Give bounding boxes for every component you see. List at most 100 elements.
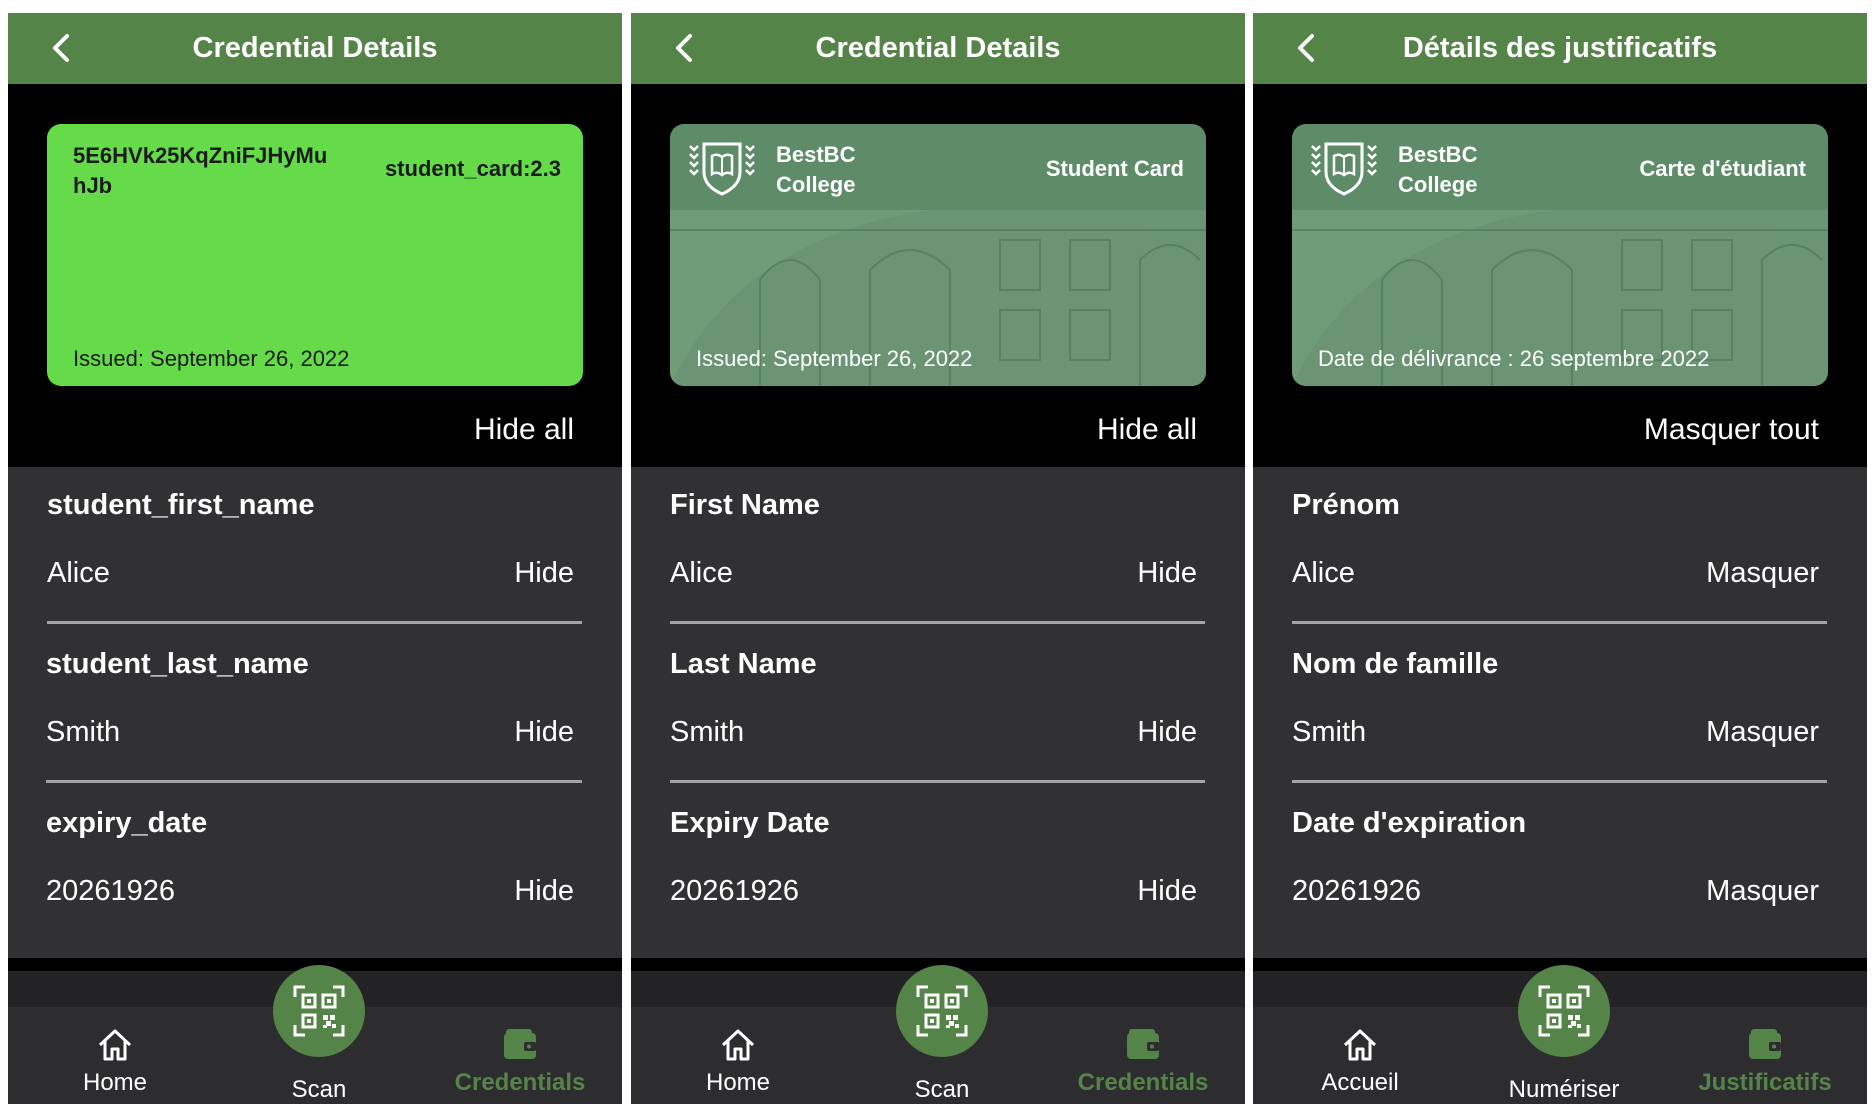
divider <box>1292 621 1827 624</box>
college-shield-logo <box>689 142 755 196</box>
hide-attribute-button[interactable]: Hide <box>514 716 574 749</box>
attribute-row: student_last_name Smith Hide <box>46 626 582 785</box>
credential-type: student_card:2.3 <box>384 156 561 181</box>
attributes-list: Prénom Alice Masquer Nom de famille Smit… <box>1253 467 1867 958</box>
attribute-row: Prénom Alice Masquer <box>1292 467 1827 626</box>
nav-scan-label: Numériser <box>1508 1076 1620 1103</box>
issuer-name-line2: College <box>1398 172 1478 197</box>
nav-credentials[interactable]: Credentials <box>1043 1025 1243 1097</box>
app-header: Credential Details <box>631 13 1245 84</box>
divider <box>1292 780 1827 783</box>
nav-credentials-label: Credentials <box>1077 1069 1209 1096</box>
hide-attribute-button[interactable]: Masquer <box>1706 557 1819 590</box>
attribute-value: Smith <box>1292 716 1367 748</box>
bottom-nav: Home Scan Credentials <box>8 965 622 1104</box>
attribute-label: Expiry Date <box>670 807 830 839</box>
attribute-row: expiry_date 20261926 Hide <box>46 785 582 944</box>
attribute-label: Nom de famille <box>1292 648 1499 680</box>
back-chevron-icon[interactable] <box>46 32 78 64</box>
bottom-nav: Home Scan Credentials <box>631 965 1245 1104</box>
hide-all-button[interactable]: Hide all <box>474 413 574 447</box>
phone-screen-3: Détails des justificatifs BestBC College… <box>1253 13 1867 1104</box>
issued-date: Issued: September 26, 2022 <box>73 346 350 371</box>
issuer-name-line2: College <box>776 172 856 197</box>
back-chevron-icon[interactable] <box>1291 32 1323 64</box>
home-icon <box>1343 1029 1377 1061</box>
back-chevron-icon[interactable] <box>669 32 701 64</box>
nav-home[interactable]: Accueil <box>1260 1025 1460 1097</box>
qr-code-icon <box>916 985 968 1037</box>
nav-credentials[interactable]: Credentials <box>420 1025 620 1097</box>
attribute-row: Last Name Smith Hide <box>670 626 1205 785</box>
hide-attribute-button[interactable]: Hide <box>1137 716 1197 749</box>
attribute-row: First Name Alice Hide <box>670 467 1205 626</box>
attribute-label: Prénom <box>1292 489 1400 521</box>
issued-date: Date de délivrance : 26 septembre 2022 <box>1318 346 1710 371</box>
credential-card[interactable]: 5E6HVk25KqZniFJHyMuhJb student_card:2.3 … <box>47 124 583 386</box>
college-shield-logo <box>1311 142 1377 196</box>
attribute-row: Nom de famille Smith Masquer <box>1292 626 1827 785</box>
page-title: Credential Details <box>815 32 1061 64</box>
scan-button[interactable] <box>1518 965 1610 1057</box>
home-icon <box>98 1029 132 1061</box>
hide-attribute-button[interactable]: Hide <box>514 557 574 590</box>
scan-button[interactable] <box>273 965 365 1057</box>
issuer-name: BestBC College <box>1398 140 1477 200</box>
attribute-label: expiry_date <box>46 807 208 839</box>
attributes-list: First Name Alice Hide Last Name Smith Hi… <box>631 467 1245 958</box>
hide-attribute-button[interactable]: Hide <box>1137 557 1197 590</box>
attribute-row: Expiry Date 20261926 Hide <box>670 785 1205 944</box>
attribute-label: student_first_name <box>47 489 315 521</box>
app-header: Détails des justificatifs <box>1253 13 1867 84</box>
attribute-label: Date d'expiration <box>1292 807 1527 839</box>
credential-card[interactable]: BestBC College Carte d'étudiant Date de … <box>1292 124 1828 386</box>
phone-screen-1: Credential Details 5E6HVk25KqZniFJHyMuhJ… <box>8 13 622 1104</box>
scan-button[interactable] <box>896 965 988 1057</box>
issuer-name: BestBC College <box>776 140 855 200</box>
hide-all-button[interactable]: Hide all <box>1097 413 1197 447</box>
credential-card[interactable]: BestBC College Student Card Issued: Sept… <box>670 124 1206 386</box>
attribute-row: Date d'expiration 20261926 Masquer <box>1292 785 1827 944</box>
hide-attribute-button[interactable]: Hide <box>1137 875 1197 908</box>
phone-screen-2: Credential Details BestBC College Studen… <box>631 13 1245 1104</box>
hide-attribute-button[interactable]: Hide <box>514 875 574 908</box>
divider <box>670 780 1205 783</box>
credential-id: 5E6HVk25KqZniFJHyMuhJb <box>73 143 328 198</box>
attribute-value: Alice <box>47 557 110 589</box>
attribute-row: student_first_name Alice Hide <box>47 467 582 626</box>
divider <box>47 621 582 624</box>
credential-type: Student Card <box>1045 156 1184 181</box>
hide-attribute-button[interactable]: Masquer <box>1706 716 1819 749</box>
hide-all-button[interactable]: Masquer tout <box>1644 413 1819 447</box>
nav-credentials-label: Justificatifs <box>1698 1069 1832 1096</box>
nav-credentials[interactable]: Justificatifs <box>1665 1025 1865 1097</box>
attribute-value: 20261926 <box>670 875 800 907</box>
nav-home[interactable]: Home <box>15 1025 215 1097</box>
issuer-name-line1: BestBC <box>776 142 856 167</box>
qr-code-icon <box>1538 985 1590 1037</box>
divider <box>46 780 582 783</box>
app-header: Credential Details <box>8 13 622 84</box>
attribute-label: Last Name <box>670 648 817 680</box>
wallet-icon <box>1127 1029 1159 1059</box>
nav-scan-label: Scan <box>914 1076 970 1103</box>
wallet-icon <box>1749 1029 1781 1059</box>
wallet-icon <box>504 1029 536 1059</box>
attribute-value: Smith <box>46 716 121 748</box>
home-icon <box>721 1029 755 1061</box>
page-title: Credential Details <box>192 32 438 64</box>
bottom-nav: Accueil Numériser Justificatifs <box>1253 965 1867 1104</box>
issued-date: Issued: September 26, 2022 <box>696 346 973 371</box>
nav-credentials-label: Credentials <box>454 1069 586 1096</box>
attribute-label: student_last_name <box>46 648 309 680</box>
hide-attribute-button[interactable]: Masquer <box>1706 875 1819 908</box>
attribute-label: First Name <box>670 489 820 521</box>
nav-home-label: Home <box>705 1069 771 1096</box>
attribute-value: Alice <box>1292 557 1355 589</box>
page-title: Détails des justificatifs <box>1402 32 1718 64</box>
nav-home[interactable]: Home <box>638 1025 838 1097</box>
attribute-value: Smith <box>670 716 745 748</box>
attribute-value: 20261926 <box>1292 875 1422 907</box>
nav-scan-label: Scan <box>291 1076 347 1103</box>
issuer-name-line1: BestBC <box>1398 142 1478 167</box>
